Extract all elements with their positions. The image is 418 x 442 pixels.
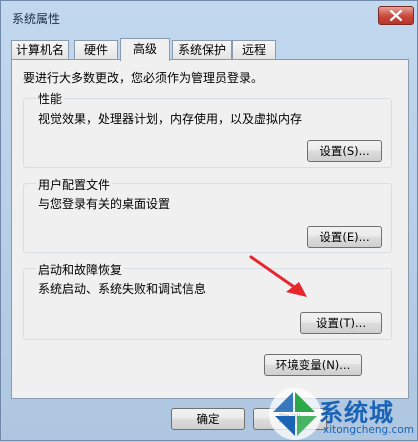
watermark-url: xitongcheng.com (323, 424, 414, 436)
watermark-text: 系统城 (319, 399, 394, 427)
tab-advanced[interactable]: 高级 (120, 38, 170, 61)
system-properties-window: 系统属性 计算机名 硬件 高级 系统保护 远程 要进行大多数更改，您必须作为管理… (0, 0, 418, 441)
annotation-arrow-icon (249, 255, 307, 297)
